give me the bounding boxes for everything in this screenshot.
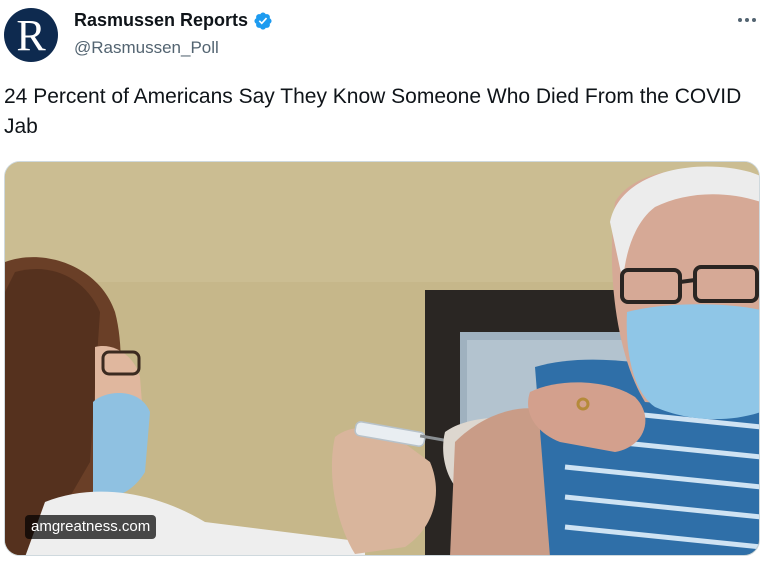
verified-badge-icon (253, 11, 273, 31)
avatar-logo-letter: R (16, 11, 46, 60)
tweet: R Rasmussen Reports @Rasmussen_Poll 24 P… (0, 0, 764, 563)
tweet-media-image[interactable]: amgreatness.com (4, 161, 760, 556)
author-handle[interactable]: @Rasmussen_Poll (74, 38, 219, 58)
author-name-row: Rasmussen Reports (74, 10, 273, 31)
more-options-button[interactable] (734, 10, 760, 30)
vaccination-photo (5, 162, 759, 555)
avatar[interactable]: R (4, 8, 58, 62)
media-source-label[interactable]: amgreatness.com (25, 515, 157, 539)
more-dots-icon (738, 18, 756, 22)
author-display-name[interactable]: Rasmussen Reports (74, 10, 248, 31)
tweet-text: 24 Percent of Americans Say They Know So… (4, 85, 742, 138)
